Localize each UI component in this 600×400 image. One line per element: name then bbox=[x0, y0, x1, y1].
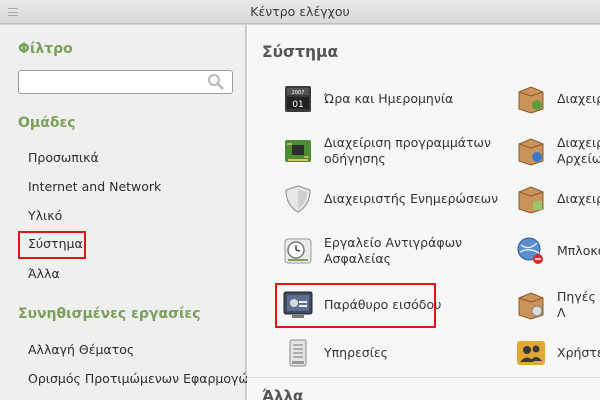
item-backup-tool[interactable]: Εργαλείο Αντιγράφων Ασφαλείας bbox=[282, 235, 484, 267]
svg-text:01: 01 bbox=[292, 100, 303, 110]
package-install-icon bbox=[518, 86, 544, 114]
sidebar-item-hardware[interactable]: Υλικό bbox=[28, 208, 62, 223]
package-upload-icon bbox=[518, 138, 544, 166]
section-divider bbox=[247, 377, 600, 378]
item-software-sources[interactable]: Πηγές Λ bbox=[515, 289, 600, 321]
window-title: Κέντρο ελέγχου bbox=[250, 4, 350, 19]
item-driver-manager[interactable]: Διαχείριση προγραμμάτων οδήγησης bbox=[282, 135, 494, 167]
package-disc-icon bbox=[518, 292, 544, 320]
item-label: Διαχειριστής Ενημερώσεων bbox=[324, 191, 499, 206]
sidebar-item-internet-network[interactable]: Internet and Network bbox=[28, 179, 161, 194]
item-label: Ώρα και Ημερομηνία bbox=[324, 91, 454, 106]
item-software-manager[interactable]: Διαχειρ bbox=[515, 83, 600, 115]
item-package-archive-manager[interactable]: Διαχειρ Αρχείων bbox=[515, 135, 600, 167]
sidebar-item-preferred-apps[interactable]: Ορισμός Προτιμώμενων Εφαρμογών bbox=[28, 371, 256, 386]
backup-clock-icon bbox=[284, 238, 312, 264]
sidebar-item-other[interactable]: Άλλα bbox=[28, 266, 60, 281]
sidebar-item-system[interactable]: Σύστημα bbox=[28, 236, 83, 251]
item-services[interactable]: Υπηρεσίες bbox=[282, 337, 388, 369]
window-menu-icon[interactable] bbox=[8, 8, 18, 16]
item-package-manager[interactable]: Διαχειρ bbox=[515, 183, 600, 215]
item-login-window[interactable]: Παράθυρο εισόδου bbox=[282, 289, 441, 321]
item-users[interactable]: Χρήστες bbox=[515, 337, 600, 369]
next-section-title: Άλλα bbox=[262, 387, 304, 400]
calendar-clock-icon: 2007 01 bbox=[285, 86, 311, 112]
item-label: Χρήστες bbox=[557, 345, 600, 360]
item-update-manager[interactable]: Διαχειριστής Ενημερώσεων bbox=[282, 183, 498, 215]
item-label: Εργαλείο Αντιγράφων Ασφαλείας bbox=[324, 235, 463, 266]
item-label: Μπλοκά bbox=[557, 243, 600, 258]
item-label: Διαχειρ bbox=[557, 191, 600, 206]
server-icon bbox=[289, 339, 307, 367]
circuit-board-icon bbox=[285, 140, 311, 162]
sidebar: Φίλτρο Ομάδες Προσωπικά Internet and Net… bbox=[0, 25, 256, 400]
common-tasks-heading: Συνηθισμένες εργασίες bbox=[18, 306, 201, 322]
item-date-time[interactable]: 2007 01 Ώρα και Ημερομηνία bbox=[282, 83, 453, 115]
item-label: Διαχειρ bbox=[557, 91, 600, 106]
item-label: Διαχειρ Αρχείων bbox=[557, 135, 600, 166]
item-label: Διαχείριση προγραμμάτων οδήγησης bbox=[324, 135, 492, 166]
window-titlebar: Κέντρο ελέγχου bbox=[0, 0, 600, 24]
shield-icon bbox=[285, 185, 311, 213]
filter-heading: Φίλτρο bbox=[18, 41, 73, 57]
section-title: Σύστημα bbox=[262, 43, 339, 61]
main-panel: Σύστημα 2007 01 Ώρα και Ημερομηνία Διαχε… bbox=[247, 25, 600, 400]
svg-text:2007: 2007 bbox=[292, 90, 305, 96]
sidebar-item-change-theme[interactable]: Αλλαγή Θέματος bbox=[28, 342, 134, 357]
search-input[interactable] bbox=[18, 70, 233, 94]
item-label: Παράθυρο εισόδου bbox=[324, 297, 442, 312]
item-label: Πηγές Λ bbox=[557, 289, 596, 320]
groups-heading: Ομάδες bbox=[18, 115, 76, 131]
users-icon bbox=[517, 341, 545, 365]
login-screen-icon bbox=[283, 291, 313, 318]
item-label: Υπηρεσίες bbox=[324, 345, 389, 360]
item-network-blocker[interactable]: Μπλοκά bbox=[515, 235, 600, 267]
package-check-icon bbox=[518, 186, 544, 214]
search-icon[interactable] bbox=[206, 73, 226, 91]
network-block-icon bbox=[517, 237, 543, 264]
sidebar-item-personal[interactable]: Προσωπικά bbox=[28, 150, 99, 165]
